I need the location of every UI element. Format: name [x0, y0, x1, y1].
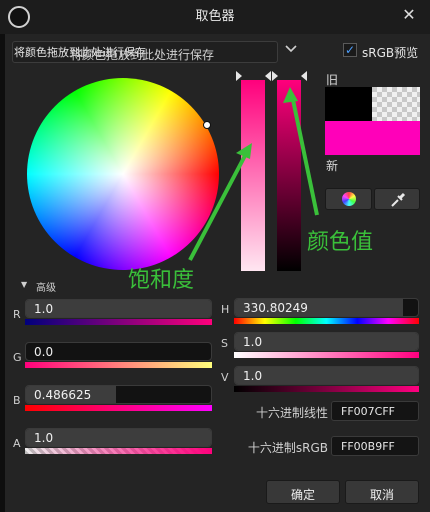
- hex-linear-field[interactable]: FF007CFF: [331, 401, 419, 421]
- saturation-slider-handle-left-icon[interactable]: [236, 71, 242, 81]
- hex-srgb-value: FF00B9FF: [341, 440, 395, 453]
- v-gradient[interactable]: [234, 386, 419, 392]
- h-value: 330.80249: [243, 301, 308, 315]
- old-color-alpha-swatch: [372, 87, 420, 121]
- cancel-button[interactable]: 取消: [345, 480, 419, 504]
- advanced-expand-icon[interactable]: ▼: [21, 280, 27, 289]
- close-icon[interactable]: ✕: [396, 2, 422, 28]
- eyedropper-icon: [391, 192, 406, 207]
- hex-linear-value: FF007CFF: [341, 405, 395, 418]
- hex-srgb-label: 十六进制sRGB: [247, 441, 328, 455]
- old-color-swatch: [325, 87, 372, 121]
- value-annotation: 颜色值: [307, 230, 374, 255]
- hex-linear-label: 十六进制线性: [255, 406, 328, 420]
- new-color-swatch: [325, 121, 420, 155]
- v-label: V: [221, 371, 229, 384]
- b-gradient[interactable]: [25, 405, 212, 411]
- v-value: 1.0: [243, 369, 263, 383]
- eyedropper-button[interactable]: [374, 188, 420, 210]
- g-gradient[interactable]: [25, 362, 212, 368]
- b-field[interactable]: 0.486625: [25, 385, 212, 404]
- h-field[interactable]: 330.80249: [234, 298, 419, 317]
- a-label: A: [13, 437, 21, 450]
- window-edge: [0, 34, 5, 512]
- ok-button[interactable]: 确定: [266, 480, 340, 504]
- s-value: 1.0: [243, 335, 263, 349]
- srgb-preview-checkbox[interactable]: ✓: [343, 43, 357, 57]
- r-field-fill: [26, 300, 211, 317]
- srgb-preview-label: sRGB预览: [362, 46, 419, 60]
- chevron-down-icon[interactable]: [285, 42, 297, 57]
- hex-srgb-field[interactable]: FF00B9FF: [331, 436, 419, 456]
- cancel-button-label: 取消: [369, 488, 394, 502]
- r-label: R: [13, 308, 21, 321]
- a-field-fill: [26, 429, 211, 446]
- b-value: 0.486625: [34, 388, 92, 402]
- g-label: G: [13, 351, 22, 364]
- r-field[interactable]: 1.0: [25, 299, 212, 318]
- b-label: B: [13, 394, 21, 407]
- s-field-fill: [235, 333, 418, 350]
- a-field[interactable]: 1.0: [25, 428, 212, 447]
- h-label: H: [221, 303, 230, 316]
- saturation-slider-handle-right-icon[interactable]: [265, 71, 271, 81]
- save-drop-placeholder: 将颜色拖放到此处进行保存: [70, 48, 215, 62]
- advanced-section-label[interactable]: 高级: [36, 279, 56, 294]
- v-field-fill: [235, 367, 418, 384]
- value-slider-handle-right-icon[interactable]: [301, 71, 307, 81]
- color-wheel-icon: [342, 192, 356, 206]
- a-gradient[interactable]: [25, 448, 212, 454]
- s-gradient[interactable]: [234, 352, 419, 358]
- ok-button-label: 确定: [290, 488, 315, 502]
- value-slider-handle-left-icon[interactable]: [272, 71, 278, 81]
- r-value: 1.0: [34, 302, 54, 316]
- window-title: 取色器: [195, 9, 235, 24]
- a-value: 1.0: [34, 431, 54, 445]
- v-field[interactable]: 1.0: [234, 366, 419, 385]
- s-field[interactable]: 1.0: [234, 332, 419, 351]
- g-value: 0.0: [34, 345, 54, 359]
- h-gradient[interactable]: [234, 318, 419, 324]
- s-label: S: [221, 337, 228, 350]
- r-gradient[interactable]: [25, 319, 212, 325]
- g-field[interactable]: 0.0: [25, 342, 212, 361]
- saturation-annotation: 饱和度: [128, 268, 195, 293]
